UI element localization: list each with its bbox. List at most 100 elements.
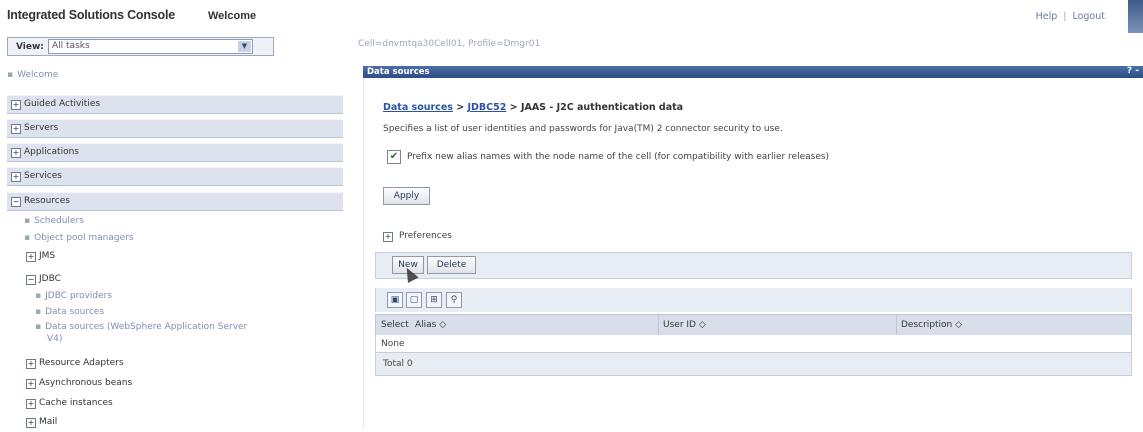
bullet-icon: ▪ <box>35 291 42 301</box>
nav-group-resource-adapters[interactable]: + Resource Adapters <box>26 358 124 369</box>
expand-icon[interactable]: + <box>26 359 36 369</box>
nav-group-label: JMS <box>39 251 56 261</box>
nav-welcome-link[interactable]: ▪ Welcome <box>7 70 58 80</box>
help-link[interactable]: Help <box>1036 11 1058 22</box>
nav-item-jdbc-providers[interactable]: ▪ JDBC providers <box>35 291 112 301</box>
nav-category-label: Services <box>24 171 62 181</box>
nav-category-guided-activities[interactable]: + Guided Activities <box>7 95 343 114</box>
nav-item-data-sources-v4[interactable]: ▪ Data sources (WebSphere Application Ser… <box>35 322 247 332</box>
nav-group-jms[interactable]: + JMS <box>26 251 56 262</box>
expand-icon[interactable]: + <box>26 399 36 409</box>
nav-item-schedulers[interactable]: ▪ Schedulers <box>24 216 84 226</box>
bullet-icon: ▪ <box>24 233 31 243</box>
nav-item-label: Object pool managers <box>34 233 134 243</box>
nav-item-label: Data sources (WebSphere Application Serv… <box>45 322 248 332</box>
column-divider <box>896 315 897 335</box>
table-header-row: Select Alias ◇ User ID ◇ Description ◇ <box>375 314 1132 336</box>
bullet-icon: ▪ <box>7 70 14 80</box>
view-select-value: All tasks <box>52 41 90 51</box>
breadcrumb-jdbc52[interactable]: JDBC52 <box>468 102 507 113</box>
expand-icon[interactable]: + <box>11 148 21 158</box>
delete-button[interactable]: Delete <box>427 256 476 274</box>
expand-icon[interactable]: + <box>383 232 393 242</box>
nav-category-label: Resources <box>24 196 70 206</box>
collapse-icon[interactable]: − <box>26 275 36 285</box>
bullet-icon: ▪ <box>35 322 42 332</box>
nav-welcome-label: Welcome <box>17 70 59 80</box>
brand-corner-graphic <box>1128 0 1143 33</box>
expand-icon[interactable]: + <box>11 172 21 182</box>
link-separator: | <box>1063 11 1067 22</box>
expand-icon[interactable]: + <box>11 100 21 110</box>
breadcrumb-separator: > <box>506 102 521 113</box>
prefix-alias-checkbox[interactable]: ✔ <box>387 150 401 164</box>
table-total-row: Total 0 <box>375 352 1132 376</box>
column-header-alias[interactable]: Alias ◇ <box>415 320 446 330</box>
chevron-down-icon[interactable]: ▼ <box>238 41 251 52</box>
nav-group-jdbc[interactable]: − JDBC <box>26 274 61 285</box>
nav-item-data-sources[interactable]: ▪ Data sources <box>35 307 104 317</box>
nav-item-object-pool-managers[interactable]: ▪ Object pool managers <box>24 233 134 243</box>
breadcrumb: Data sources > JDBC52 > JAAS - J2C authe… <box>383 102 683 113</box>
apply-button[interactable]: Apply <box>383 187 430 205</box>
nav-group-label: JDBC <box>39 274 61 284</box>
bullet-icon: ▪ <box>24 216 31 226</box>
column-divider <box>658 315 659 335</box>
nav-group-label: Mail <box>39 417 58 427</box>
nav-category-servers[interactable]: + Servers <box>7 119 343 138</box>
table-total-label: Total 0 <box>383 359 413 369</box>
nav-group-asynchronous-beans[interactable]: + Asynchronous beans <box>26 378 132 389</box>
nav-group-cache-instances[interactable]: + Cache instances <box>26 398 113 409</box>
column-header-description[interactable]: Description ◇ <box>901 320 962 330</box>
empty-table-message: None <box>381 339 405 349</box>
view-filter: View: All tasks ▼ <box>7 37 274 56</box>
welcome-label: Welcome <box>208 10 257 22</box>
bullet-icon: ▪ <box>35 307 42 317</box>
nav-group-label: Resource Adapters <box>39 358 124 368</box>
nav-item-label: V4) <box>47 334 63 344</box>
prefix-alias-checkbox-label: Prefix new alias names with the node nam… <box>407 152 830 162</box>
preferences-label: Preferences <box>399 231 452 241</box>
nav-item-label: Data sources <box>45 307 105 317</box>
show-filter-icon[interactable]: ⊞ <box>426 292 442 308</box>
nav-category-services[interactable]: + Services <box>7 167 343 186</box>
view-select[interactable]: All tasks ▼ <box>48 39 253 54</box>
nav-item-label: JDBC providers <box>45 291 113 301</box>
table-icon-bar: ▣ ▢ ⊞ ⚲ <box>375 288 1132 312</box>
scope-label: Cell=dnvmtqa30Cell01, Profile=Dmgr01 <box>358 39 541 49</box>
column-header-user-id[interactable]: User ID ◇ <box>663 320 706 330</box>
nav-category-label: Applications <box>24 147 79 157</box>
clear-filter-icon[interactable]: ⚲ <box>446 292 462 308</box>
panel-help-icon[interactable]: ? - <box>1127 66 1139 76</box>
expand-icon[interactable]: + <box>26 418 36 428</box>
nav-category-label: Servers <box>24 123 59 133</box>
select-all-icon[interactable]: ▣ <box>387 292 403 308</box>
view-label: View: <box>16 42 44 52</box>
expand-icon[interactable]: + <box>26 379 36 389</box>
nav-category-applications[interactable]: + Applications <box>7 143 343 162</box>
breadcrumb-separator: > <box>452 102 468 113</box>
app-title: Integrated Solutions Console <box>7 8 176 22</box>
nav-group-label: Cache instances <box>39 398 113 408</box>
nav-item-label: Schedulers <box>34 216 84 226</box>
expand-icon[interactable]: + <box>11 124 21 134</box>
breadcrumb-data-sources[interactable]: Data sources <box>383 102 453 113</box>
collapse-icon[interactable]: − <box>11 197 21 207</box>
nav-group-mail[interactable]: + Mail <box>26 417 58 428</box>
preferences-toggle[interactable]: + Preferences <box>383 231 452 242</box>
nav-item-data-sources-v4-cont[interactable]: V4) <box>47 334 62 344</box>
panel-header: Data sources ? - <box>363 66 1143 78</box>
logout-link[interactable]: Logout <box>1072 11 1105 22</box>
panel-title: Data sources <box>367 67 430 77</box>
page-description: Specifies a list of user identities and … <box>383 124 783 134</box>
breadcrumb-current: JAAS - J2C authentication data <box>520 102 684 113</box>
top-banner: Integrated Solutions Console Welcome Hel… <box>0 0 1143 33</box>
top-links: Help | Logout <box>1036 11 1105 22</box>
nav-category-label: Guided Activities <box>24 99 101 109</box>
column-header-select: Select <box>381 320 409 330</box>
deselect-all-icon[interactable]: ▢ <box>406 292 422 308</box>
nav-category-resources[interactable]: − Resources <box>7 192 343 211</box>
expand-icon[interactable]: + <box>26 252 36 262</box>
table-row: None <box>375 335 1132 352</box>
table-button-bar <box>375 252 1132 279</box>
